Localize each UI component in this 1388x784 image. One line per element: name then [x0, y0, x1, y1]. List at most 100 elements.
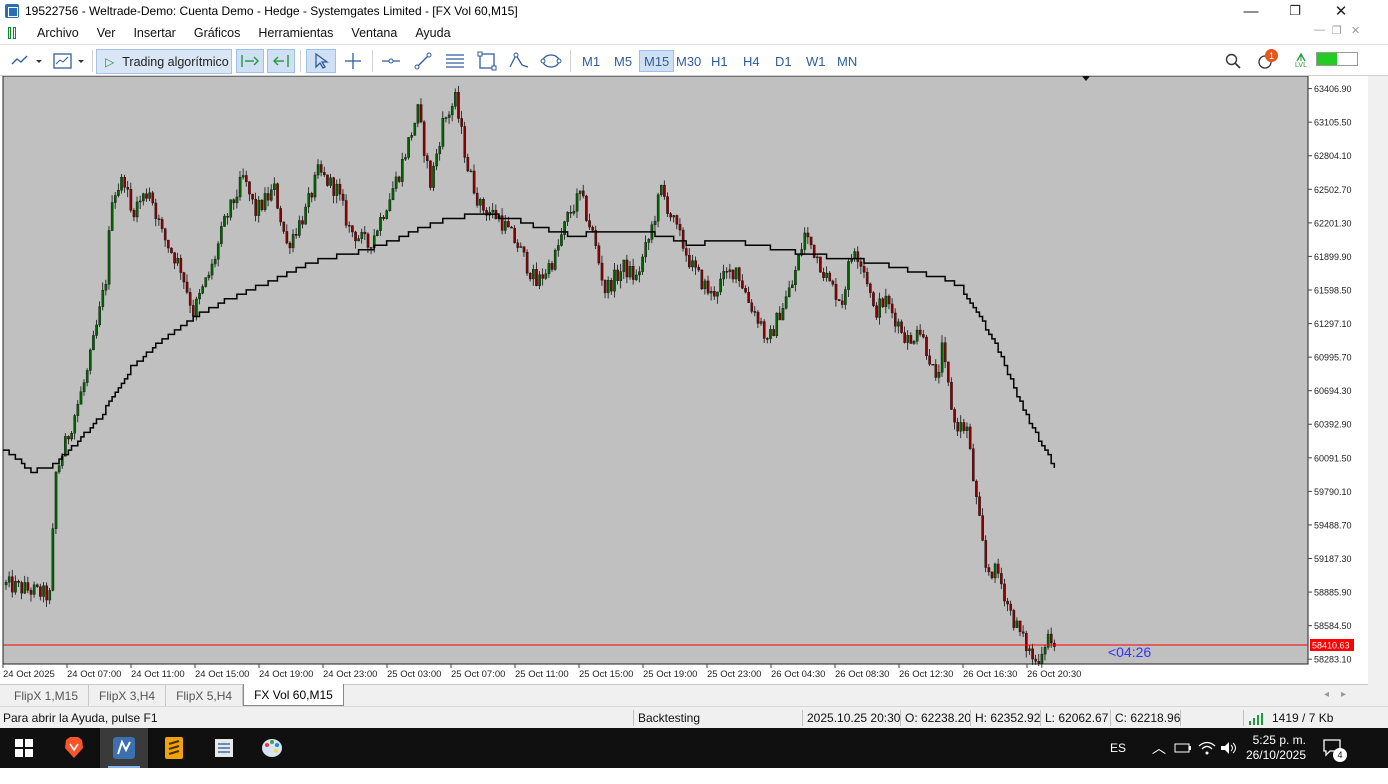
taskbar-brave[interactable] [50, 728, 98, 768]
search-button[interactable] [1222, 49, 1244, 73]
mdi-close-icon[interactable]: ✕ [1351, 24, 1360, 37]
rectangle-button[interactable] [474, 49, 500, 73]
y-tick-label: 61297.10 [1314, 319, 1352, 329]
cursor-button[interactable] [306, 49, 336, 73]
tab-flipx-5-h4[interactable]: FlipX 5,H4 [166, 685, 244, 706]
bull-candle [70, 432, 73, 440]
bear-candle [332, 177, 336, 196]
bull-candle [709, 290, 713, 294]
bull-candle [479, 199, 482, 206]
window-title: 19522756 - Weltrade-Demo: Cuenta Demo - … [25, 4, 518, 18]
bull-candle [79, 391, 83, 405]
menu-archivo[interactable]: Archivo [28, 26, 88, 40]
menu-herramientas[interactable]: Herramientas [249, 26, 342, 40]
tray-chevron-icon[interactable]: ︿ [1152, 728, 1166, 768]
bear-candle [475, 192, 479, 206]
tf-m5[interactable]: M5 [610, 50, 636, 72]
bull-candle [195, 298, 198, 317]
tab-flipx-3-h4[interactable]: FlipX 3,H4 [89, 685, 167, 706]
start-button[interactable] [0, 728, 48, 768]
bear-candle [987, 567, 991, 573]
bull-candle [204, 277, 208, 287]
bear-candle [301, 220, 304, 225]
crosshair-button[interactable] [340, 49, 366, 73]
trendline-button[interactable] [410, 49, 436, 73]
bear-candle [1000, 573, 1003, 585]
wifi-icon[interactable] [1198, 728, 1216, 768]
tf-h4[interactable]: H4 [739, 50, 764, 72]
y-tick-label: 61598.50 [1314, 285, 1352, 295]
minimize-button[interactable]: — [1228, 0, 1274, 22]
algo-trading-button[interactable]: ▷ Trading algorítmico [96, 49, 232, 74]
bear-candle [1037, 661, 1041, 664]
bear-candle [457, 92, 460, 119]
bull-candle [7, 576, 11, 583]
autoscroll-button[interactable] [267, 49, 295, 73]
tab-fx-vol-60-m15[interactable]: FX Vol 60,M15 [243, 684, 344, 706]
chart-window[interactable]: 63406.90 63105.50 62804.10 62502.70 62201.30… [0, 76, 1368, 684]
tf-w1[interactable]: W1 [802, 50, 830, 72]
taskbar-file-explorer[interactable] [200, 728, 248, 768]
bull-candle [728, 269, 732, 273]
shapes-button[interactable] [538, 49, 564, 73]
taskbar-metatrader[interactable] [100, 728, 148, 768]
language-indicator[interactable]: ES [1110, 728, 1126, 768]
notifications-button[interactable]: 1 [1252, 49, 1278, 73]
volume-icon[interactable] [1220, 728, 1238, 768]
clock[interactable]: 5:25 p. m. 26/10/2025 [1246, 728, 1306, 768]
bear-candle [429, 160, 432, 188]
bull-candle [207, 274, 211, 278]
price-chart[interactable]: 63406.90 63105.50 62804.10 62502.70 62201.30… [0, 76, 1368, 684]
battery-icon[interactable] [1174, 728, 1192, 768]
mdi-minimize-icon[interactable]: — [1314, 24, 1325, 36]
bull-candle [117, 189, 120, 196]
bear-candle [738, 267, 741, 281]
bull-candle [816, 256, 819, 259]
horizontal-line-button[interactable] [378, 49, 404, 73]
tf-m15[interactable]: M15 [639, 50, 675, 72]
pitchfork-button[interactable] [506, 49, 532, 73]
bear-candle [1031, 648, 1034, 660]
tab-scroll-arrows-icon[interactable]: ◂▸ [1324, 689, 1358, 700]
bull-candle [444, 117, 448, 119]
shift-chart-button[interactable] [236, 49, 264, 73]
tf-mn[interactable]: MN [833, 50, 861, 72]
market-watch-icon[interactable] [8, 27, 20, 39]
bear-candle [610, 280, 613, 292]
channel-button[interactable] [442, 49, 468, 73]
bear-candle [170, 247, 173, 253]
tf-h1[interactable]: H1 [707, 50, 732, 72]
status-low: L: 62062.67 [1045, 711, 1109, 725]
chart-template-button[interactable] [50, 49, 88, 73]
tab-flipx-1-m15[interactable]: FlipX 1,M15 [4, 685, 90, 706]
x-tick-label: 25 Oct 03:00 [387, 669, 441, 680]
taskbar-paint[interactable] [248, 728, 296, 768]
tf-m1[interactable]: M1 [578, 50, 604, 72]
bear-candle [45, 585, 48, 601]
bear-candle [1021, 631, 1025, 634]
menu-ventana[interactable]: Ventana [342, 26, 406, 40]
mdi-restore-icon[interactable]: ❐ [1332, 24, 1342, 37]
bear-candle [996, 563, 1000, 574]
indicator-menu-button[interactable] [8, 49, 46, 73]
bear-candle [126, 187, 130, 190]
bear-candle [681, 229, 685, 249]
menu-graficos[interactable]: Gráficos [185, 26, 250, 40]
bull-candle [644, 242, 647, 258]
menu-ver[interactable]: Ver [88, 26, 125, 40]
x-tick-label: 25 Oct 19:00 [643, 669, 697, 680]
bear-candle [918, 329, 922, 335]
connection-status[interactable]: LVL [1292, 49, 1310, 73]
taskbar-sublime[interactable] [150, 728, 198, 768]
close-button[interactable]: ✕ [1318, 0, 1364, 22]
bear-candle [753, 311, 757, 313]
bull-candle [101, 289, 105, 307]
maximize-button[interactable]: ❐ [1272, 0, 1318, 22]
tf-d1[interactable]: D1 [771, 50, 796, 72]
menu-ayuda[interactable]: Ayuda [406, 26, 459, 40]
bear-candle [472, 170, 476, 194]
bull-candle [722, 271, 725, 280]
tf-m30[interactable]: M30 [672, 50, 705, 72]
action-center-button[interactable]: 4 [1322, 728, 1347, 768]
menu-insertar[interactable]: Insertar [124, 26, 184, 40]
